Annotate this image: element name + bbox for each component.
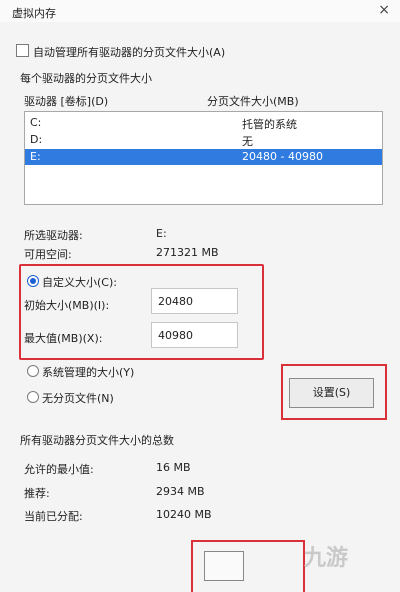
auto-manage-checkbox[interactable] — [16, 44, 29, 57]
total-group-title: 所有驱动器分页文件大小的总数 — [20, 434, 174, 447]
max-size-label: 最大值(MB)(X): — [24, 332, 103, 345]
drive-paging-size: 20480 - 40980 — [242, 150, 323, 163]
drive-name: D: — [30, 133, 43, 146]
watermark-logo: 九游 — [304, 546, 349, 571]
min-allowed-label: 允许的最小值: — [24, 463, 94, 476]
max-size-input[interactable]: 40980 — [151, 322, 238, 348]
drive-paging-size: 无 — [242, 135, 253, 148]
list-item-drive-c[interactable]: C: 托管的系统 — [25, 115, 382, 131]
recommended-value: 2934 MB — [156, 485, 205, 498]
drive-name: E: — [30, 150, 41, 163]
drive-paging-size: 托管的系统 — [242, 118, 297, 131]
initial-size-input[interactable]: 20480 — [151, 288, 238, 314]
min-allowed-value: 16 MB — [156, 461, 191, 474]
column-header-size: 分页文件大小(MB) — [207, 95, 299, 108]
selected-drive-value: E: — [156, 227, 167, 240]
window-title: 虚拟内存 — [12, 7, 56, 20]
free-space-value: 271321 MB — [156, 246, 219, 259]
close-icon[interactable]: × — [378, 2, 390, 18]
ok-button[interactable] — [204, 551, 244, 581]
list-item-drive-e[interactable]: E: 20480 - 40980 — [25, 149, 382, 165]
system-managed-label[interactable]: 系统管理的大小(Y) — [42, 364, 134, 380]
no-paging-file-radio[interactable] — [27, 391, 39, 403]
list-item-drive-d[interactable]: D: 无 — [25, 132, 382, 148]
set-button[interactable]: 设置(S) — [289, 378, 374, 408]
title-bar: 虚拟内存 × — [0, 0, 400, 22]
free-space-label: 可用空间: — [24, 248, 72, 261]
currently-allocated-label: 当前已分配: — [24, 510, 83, 523]
recommended-label: 推荐: — [24, 487, 50, 500]
drives-list[interactable]: C: 托管的系统 D: 无 E: 20480 - 40980 — [24, 111, 383, 205]
custom-size-label[interactable]: 自定义大小(C): — [42, 274, 117, 290]
initial-size-label: 初始大小(MB)(I): — [24, 299, 110, 312]
drives-group-title: 每个驱动器的分页文件大小 — [20, 72, 152, 85]
no-paging-file-label[interactable]: 无分页文件(N) — [42, 390, 114, 406]
drive-name: C: — [30, 116, 42, 129]
currently-allocated-value: 10240 MB — [156, 508, 212, 521]
auto-manage-label[interactable]: 自动管理所有驱动器的分页文件大小(A) — [33, 44, 225, 60]
system-managed-radio[interactable] — [27, 365, 39, 377]
custom-size-radio[interactable] — [27, 275, 39, 287]
column-header-drive: 驱动器 [卷标](D) — [24, 95, 109, 108]
selected-drive-label: 所选驱动器: — [24, 229, 83, 242]
